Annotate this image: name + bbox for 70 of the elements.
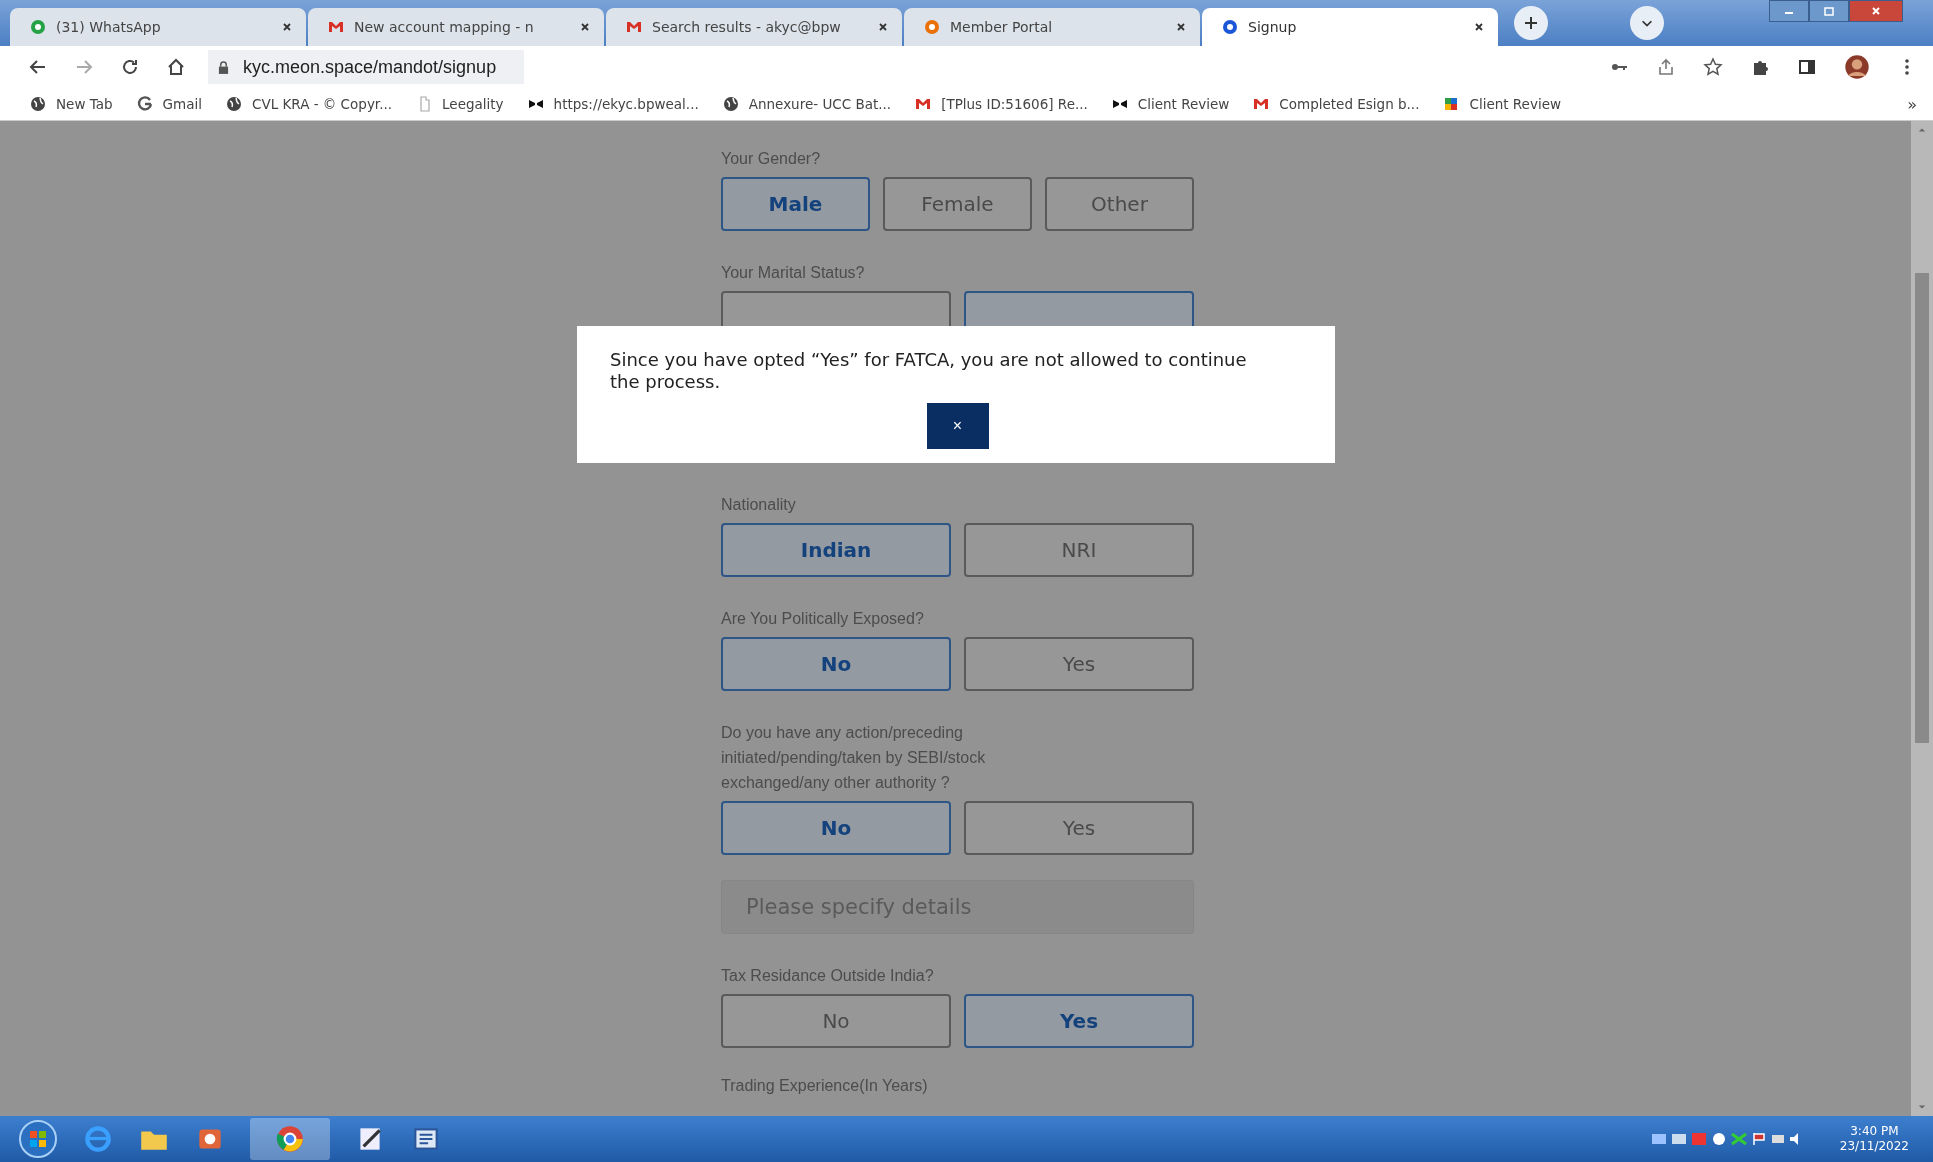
more-bookmarks-button[interactable]: » bbox=[1907, 94, 1917, 114]
alert-message: Since you have opted “Yes” for FATCA, you are not allowed to continue the process. bbox=[610, 349, 1248, 393]
option-button[interactable]: Indian bbox=[721, 523, 951, 577]
start-button[interactable] bbox=[18, 1119, 58, 1159]
circle-logo-icon bbox=[924, 19, 940, 35]
grid-icon bbox=[1443, 96, 1460, 112]
mail-icon bbox=[328, 19, 344, 35]
globe-icon bbox=[226, 96, 242, 112]
clock-date[interactable]: 23/11/2022 bbox=[1839, 1139, 1909, 1154]
option-button[interactable]: Male bbox=[721, 177, 870, 231]
plus-icon bbox=[1523, 15, 1539, 31]
bookmark[interactable]: Gmail bbox=[136, 96, 202, 112]
mail-icon bbox=[915, 96, 932, 112]
bookmark[interactable]: Client Review bbox=[1111, 96, 1230, 112]
question-label: Trading Experience(In Years) bbox=[721, 1077, 929, 1095]
star-icon[interactable] bbox=[1703, 57, 1723, 77]
question-label: Do you have any action/preceding initiated/pending/taken by SEBI/stock exchanged/any other authority ? bbox=[721, 723, 987, 793]
question-label: Your Marital Status? bbox=[721, 263, 866, 283]
question-label: Your Gender? bbox=[721, 149, 822, 169]
circle-logo-icon bbox=[1222, 19, 1238, 35]
mail-icon bbox=[626, 19, 642, 35]
circle-logo-icon bbox=[30, 19, 46, 35]
browser-tab[interactable]: New account mapping - n bbox=[308, 8, 604, 46]
bookmark[interactable]: Completed Esign b... bbox=[1253, 96, 1420, 112]
close-window-button[interactable] bbox=[1849, 0, 1903, 22]
question-label: Nationality bbox=[721, 495, 797, 515]
bookmark[interactable]: CVL KRA - © Copyr... bbox=[226, 96, 393, 112]
home-icon[interactable] bbox=[166, 57, 186, 77]
question-label: Are You Politically Exposed? bbox=[721, 609, 925, 629]
close-button[interactable]: × bbox=[926, 403, 989, 449]
scroll-down-icon[interactable] bbox=[1918, 1104, 1926, 1110]
clock-time[interactable]: 3:40 PM bbox=[1850, 1124, 1899, 1139]
share-icon[interactable] bbox=[1656, 57, 1676, 77]
option-button[interactable]: No bbox=[721, 801, 951, 855]
side-panel-icon[interactable] bbox=[1797, 57, 1817, 77]
letter-logo-icon bbox=[136, 96, 153, 112]
option-button[interactable]: No bbox=[721, 637, 951, 691]
browser-tab[interactable]: Signup bbox=[1202, 8, 1498, 46]
tab-search-button[interactable] bbox=[1630, 6, 1664, 40]
scroll-up-icon[interactable] bbox=[1918, 127, 1926, 133]
bookmark[interactable]: https://ekyc.bpweal... bbox=[527, 96, 699, 112]
address-bar[interactable]: kyc.meon.space/mandot/signup bbox=[208, 50, 524, 84]
option-button[interactable]: Yes bbox=[964, 994, 1194, 1048]
browser-logo-icon bbox=[274, 1123, 306, 1155]
bookmark[interactable]: Client Review bbox=[1443, 96, 1561, 112]
bookmark[interactable]: New Tab bbox=[30, 96, 113, 112]
chrome-taskbar-button[interactable] bbox=[250, 1118, 330, 1160]
scrollbar[interactable] bbox=[1911, 121, 1933, 1116]
mail-icon bbox=[1253, 96, 1270, 112]
restore-button[interactable] bbox=[1809, 0, 1849, 22]
bookmark[interactable]: [TPlus ID:51606] Re... bbox=[915, 96, 1088, 112]
browser-tab[interactable]: Search results - akyc@bpw bbox=[606, 8, 902, 46]
close-icon bbox=[1871, 6, 1881, 16]
browser-tab[interactable]: (31) WhatsApp bbox=[10, 8, 306, 46]
close-icon[interactable] bbox=[878, 22, 888, 32]
close-icon[interactable] bbox=[580, 22, 590, 32]
close-icon[interactable] bbox=[1176, 22, 1186, 32]
globe-icon bbox=[722, 96, 739, 112]
bookmark[interactable]: Annexure- UCC Bat... bbox=[722, 96, 892, 112]
reload-icon[interactable] bbox=[120, 57, 140, 77]
bookmark[interactable]: Leegality bbox=[416, 96, 504, 112]
avatar-icon[interactable] bbox=[1844, 54, 1870, 80]
close-icon[interactable] bbox=[1474, 22, 1484, 32]
question-label: Tax Residance Outside India? bbox=[721, 966, 935, 986]
close-icon[interactable] bbox=[282, 22, 292, 32]
lock-icon bbox=[218, 60, 229, 74]
globe-icon bbox=[30, 96, 46, 112]
restore-icon bbox=[1824, 6, 1834, 16]
new-tab-button[interactable] bbox=[1514, 6, 1548, 40]
browser-tab[interactable]: Member Portal bbox=[904, 8, 1200, 46]
